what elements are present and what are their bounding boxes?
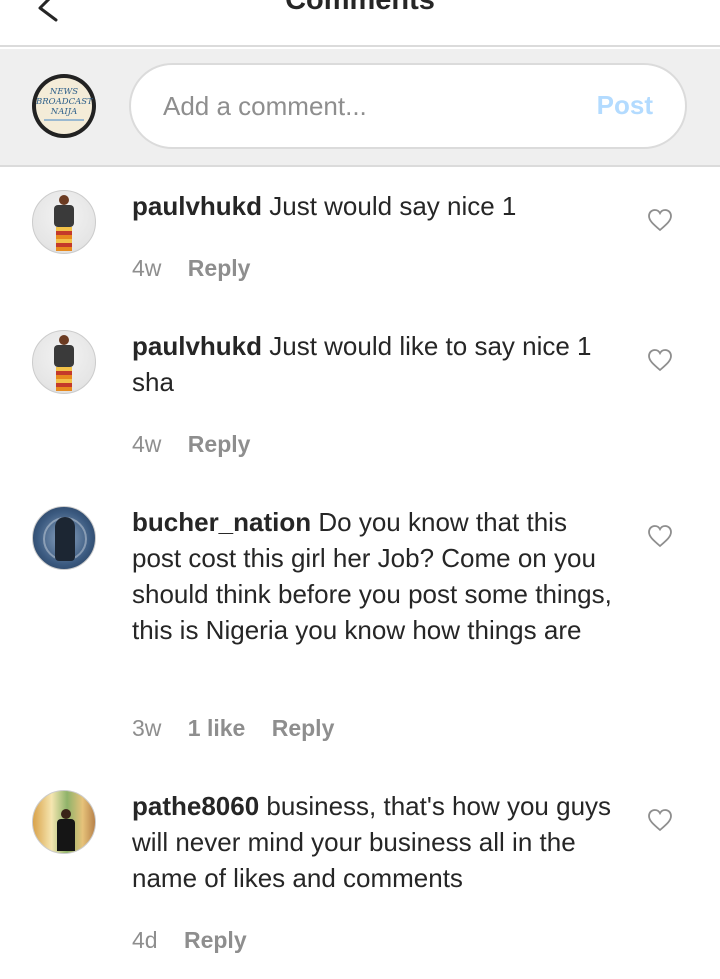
heart-outline-icon[interactable] bbox=[647, 348, 673, 372]
comment-composer: NEWS BROADCAST NAIJA Post bbox=[0, 49, 720, 167]
comment-time: 3w bbox=[132, 715, 162, 741]
reply-button[interactable]: Reply bbox=[184, 927, 247, 954]
comment-username[interactable]: paulvhukd bbox=[132, 191, 262, 221]
comment-username[interactable]: bucher_nation bbox=[132, 507, 311, 537]
comment-time: 4w bbox=[132, 431, 162, 457]
comment-meta: 3w 1 like Reply bbox=[132, 715, 354, 742]
comment-text: paulvhukd Just would say nice 1 bbox=[132, 188, 622, 224]
likes-count[interactable]: 1 like bbox=[188, 715, 246, 742]
reply-button[interactable]: Reply bbox=[188, 255, 251, 282]
avatar[interactable] bbox=[32, 790, 96, 854]
page-title: Comments bbox=[285, 0, 435, 16]
comment-text: bucher_nation Do you know that this post… bbox=[132, 504, 622, 648]
heart-outline-icon[interactable] bbox=[647, 808, 673, 832]
avatar-logo-text: BROADCAST bbox=[36, 97, 93, 107]
comment-text: pathe8060 business, that's how you guys … bbox=[132, 788, 622, 896]
comment-box: Post bbox=[129, 63, 687, 149]
comment-meta: 4w Reply bbox=[132, 431, 270, 458]
comment-text: paulvhukd Just would like to say nice 1 … bbox=[132, 328, 622, 400]
heart-outline-icon[interactable] bbox=[647, 208, 673, 232]
reply-button[interactable]: Reply bbox=[272, 715, 335, 742]
current-user-avatar: NEWS BROADCAST NAIJA bbox=[32, 74, 96, 138]
post-button[interactable]: Post bbox=[597, 90, 653, 121]
avatar[interactable] bbox=[32, 190, 96, 254]
reply-button[interactable]: Reply bbox=[188, 431, 251, 458]
comment-body: Just would say nice 1 bbox=[269, 191, 517, 221]
avatar[interactable] bbox=[32, 506, 96, 570]
heart-outline-icon[interactable] bbox=[647, 524, 673, 548]
comment-time: 4w bbox=[132, 255, 162, 281]
header: Comments bbox=[0, 0, 720, 47]
avatar[interactable] bbox=[32, 330, 96, 394]
comment-username[interactable]: pathe8060 bbox=[132, 791, 259, 821]
comment-input[interactable] bbox=[163, 89, 563, 123]
comment-time: 4d bbox=[132, 927, 158, 953]
comment-username[interactable]: paulvhukd bbox=[132, 331, 262, 361]
avatar-logo-text: NEWS bbox=[49, 87, 79, 97]
avatar-logo-text: NAIJA bbox=[50, 107, 78, 117]
comment-meta: 4d Reply bbox=[132, 927, 267, 954]
comment-meta: 4w Reply bbox=[132, 255, 270, 282]
